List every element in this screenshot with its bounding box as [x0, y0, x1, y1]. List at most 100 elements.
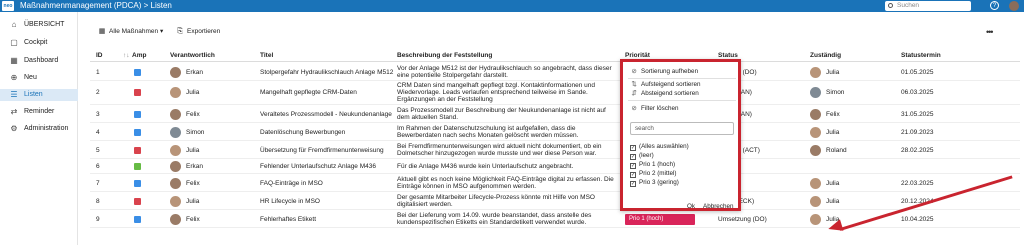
row-description: Bei Fremdfirmenunterweisungen wird aktue… — [397, 143, 602, 158]
sort-icon[interactable]: ↑↓ — [123, 50, 130, 62]
table-header: ID ↑↓ Amp Verantwortlich Titel Beschreib… — [90, 50, 1020, 62]
sidebar-item-cockpit[interactable]: ▢ Cockpit — [0, 37, 78, 49]
responsible-avatar — [810, 178, 821, 189]
col-description[interactable]: Beschreibung der Feststellung — [397, 50, 492, 62]
row-description: Das Prozessmodell zur Beschreibung der N… — [397, 107, 606, 122]
filter-option-prio3[interactable]: ✓ Prio 3 (gering) — [630, 178, 679, 187]
gear-icon: ⚙ — [10, 124, 18, 133]
filter-option-label: (Alles auswählen) — [639, 143, 689, 150]
sort-clear-option[interactable]: ⊘ Sortierung aufheben — [630, 67, 698, 76]
row-due: 06.03.2025 — [901, 89, 934, 96]
row-owner: Felix — [186, 111, 200, 118]
filter-option-prio1[interactable]: ✓ Prio 1 (hoch) — [630, 160, 675, 169]
row-id: 1 — [96, 69, 100, 76]
col-title[interactable]: Titel — [260, 50, 273, 62]
filter-search-input[interactable]: search — [630, 122, 734, 135]
col-owner[interactable]: Verantwortlich — [170, 50, 215, 62]
cockpit-icon: ▢ — [10, 38, 18, 47]
table-row[interactable]: 2 Julia Mangelhaft gepflegte CRM-Daten C… — [90, 81, 1020, 105]
table-row[interactable]: 3 Felix Veraltetes Prozessmodell - Neuku… — [90, 106, 1020, 123]
row-owner: Erkan — [186, 69, 203, 76]
row-title[interactable]: Fehlerhaftes Etikett — [260, 211, 316, 228]
table-row[interactable]: 5 Julia Übersetzung für Fremdfirmenunter… — [90, 142, 1020, 159]
table-row[interactable]: 9 Felix Fehlerhaftes Etikett Bei der Lie… — [90, 211, 1020, 228]
list-icon: ☰ — [10, 90, 18, 99]
responsible-avatar — [810, 214, 821, 225]
row-owner: Julia — [186, 198, 200, 205]
sort-asc-option[interactable]: ⇅ Aufsteigend sortieren — [630, 80, 701, 89]
user-avatar[interactable] — [1009, 1, 1019, 11]
search-icon — [888, 3, 893, 8]
sidebar-item-uebersicht[interactable]: ⌂ ÜBERSICHT — [0, 19, 78, 31]
global-search-input[interactable]: Suchen — [885, 1, 971, 11]
table-row[interactable]: 6 Erkan Fehlender Unterlaufschutz Anlage… — [90, 160, 1020, 174]
row-title[interactable]: Veraltetes Prozessmodell - Neukundenanla… — [260, 106, 392, 123]
app-title: Maßnahmenmanagement (PDCA) > Listen — [20, 1, 172, 10]
table-row[interactable]: 4 Simon Datenlöschung Bewerbungen Im Rah… — [90, 124, 1020, 141]
filter-option-empty[interactable]: ✓ (leer) — [630, 151, 654, 160]
row-id: 9 — [96, 216, 100, 223]
row-title[interactable]: Fehlender Unterlaufschutz Anlage M436 — [260, 160, 376, 174]
sidebar-item-label: Neu — [24, 74, 37, 81]
no-sort-icon: ⊘ — [631, 68, 637, 75]
logo-text: neo — [3, 3, 13, 9]
checkbox-checked[interactable]: ✓ — [630, 181, 636, 187]
view-filter-dropdown[interactable]: ▦ Alle Maßnahmen ▾ — [98, 26, 164, 38]
filter-clear-option[interactable]: ⊘ Filter löschen — [630, 104, 678, 113]
sidebar-item-listen[interactable]: ☰ Listen — [0, 89, 78, 101]
row-responsible: Roland — [826, 147, 847, 154]
row-title[interactable]: HR Lifecycle in MSO — [260, 193, 320, 210]
table-row[interactable]: 1 Erkan Stolpergefahr Hydraulikschlauch … — [90, 64, 1020, 81]
row-id: 8 — [96, 198, 100, 205]
sidebar-item-label: Reminder — [24, 108, 55, 115]
filter-option-select-all[interactable]: ✓ (Alles auswählen) — [630, 142, 689, 151]
col-due[interactable]: Statustermin — [901, 50, 941, 62]
sidebar-item-reminder[interactable]: ⇄ Reminder — [0, 106, 78, 118]
cancel-button[interactable]: Abbrechen — [703, 202, 733, 211]
responsible-avatar — [810, 87, 821, 98]
divider — [628, 78, 736, 79]
row-title[interactable]: Datenlöschung Bewerbungen — [260, 124, 345, 141]
column-filter-popup: ⊘ Sortierung aufheben ⇅ Aufsteigend sortie… — [620, 59, 741, 211]
sidebar-item-dashboard[interactable]: ▦ Dashboard — [0, 55, 78, 67]
amp-indicator — [134, 89, 141, 96]
row-title[interactable]: Stolpergefahr Hydraulikschlauch Anlage M… — [260, 64, 393, 81]
responsible-avatar — [810, 127, 821, 138]
row-responsible: Julia — [826, 198, 840, 205]
col-amp[interactable]: Amp — [132, 50, 146, 62]
table-row[interactable]: 7 Felix FAQ-Einträge in MSO Aktuell gibt… — [90, 175, 1020, 192]
row-description: Aktuell gibt es noch keine Möglichkeit F… — [397, 176, 614, 191]
sidebar-item-administration[interactable]: ⚙ Administration — [0, 123, 78, 135]
sort-desc-label: Absteigend sortieren — [641, 90, 699, 97]
row-owner: Felix — [186, 180, 200, 187]
row-title[interactable]: Mangelhaft gepflegte CRM-Daten — [260, 81, 357, 105]
ok-button[interactable]: Ok — [687, 202, 695, 211]
responsible-avatar — [810, 196, 821, 207]
col-responsible[interactable]: Zuständig — [810, 50, 841, 62]
col-id[interactable]: ID — [96, 50, 103, 62]
row-id: 7 — [96, 180, 100, 187]
filter-option-prio2[interactable]: ✓ Prio 2 (mittel) — [630, 169, 676, 178]
row-description: Der gesamte Mitarbeiter Lifecycle-Prozes… — [397, 194, 595, 209]
row-owner: Julia — [186, 89, 200, 96]
home-icon: ⌂ — [11, 20, 17, 29]
sidebar-item-neu[interactable]: ⊕ Neu — [0, 72, 78, 84]
help-icon[interactable]: ? — [990, 1, 999, 10]
more-options-icon[interactable]: ••• — [986, 26, 994, 38]
row-responsible: Simon — [826, 89, 845, 96]
responsible-avatar — [810, 67, 821, 78]
divider — [628, 100, 736, 101]
row-owner: Erkan — [186, 163, 203, 170]
sort-desc-option[interactable]: ⇵ Absteigend sortieren — [630, 89, 699, 98]
sort-asc-label: Aufsteigend sortieren — [641, 81, 701, 88]
reminder-icon: ⇄ — [10, 107, 18, 116]
filter-option-label: Prio 2 (mittel) — [639, 170, 677, 177]
table-row[interactable]: 8 Julia HR Lifecycle in MSO Der gesamte … — [90, 193, 1020, 210]
row-owner: Felix — [186, 216, 200, 223]
export-button[interactable]: ⎘ Exportieren — [176, 26, 220, 38]
app-logo[interactable]: neo — [2, 1, 14, 11]
sidebar-item-label: Administration — [24, 125, 69, 132]
row-title[interactable]: Übersetzung für Fremdfirmenunterweisung — [260, 142, 384, 159]
filter-clear-icon: ⊘ — [631, 105, 637, 112]
row-title[interactable]: FAQ-Einträge in MSO — [260, 175, 323, 192]
